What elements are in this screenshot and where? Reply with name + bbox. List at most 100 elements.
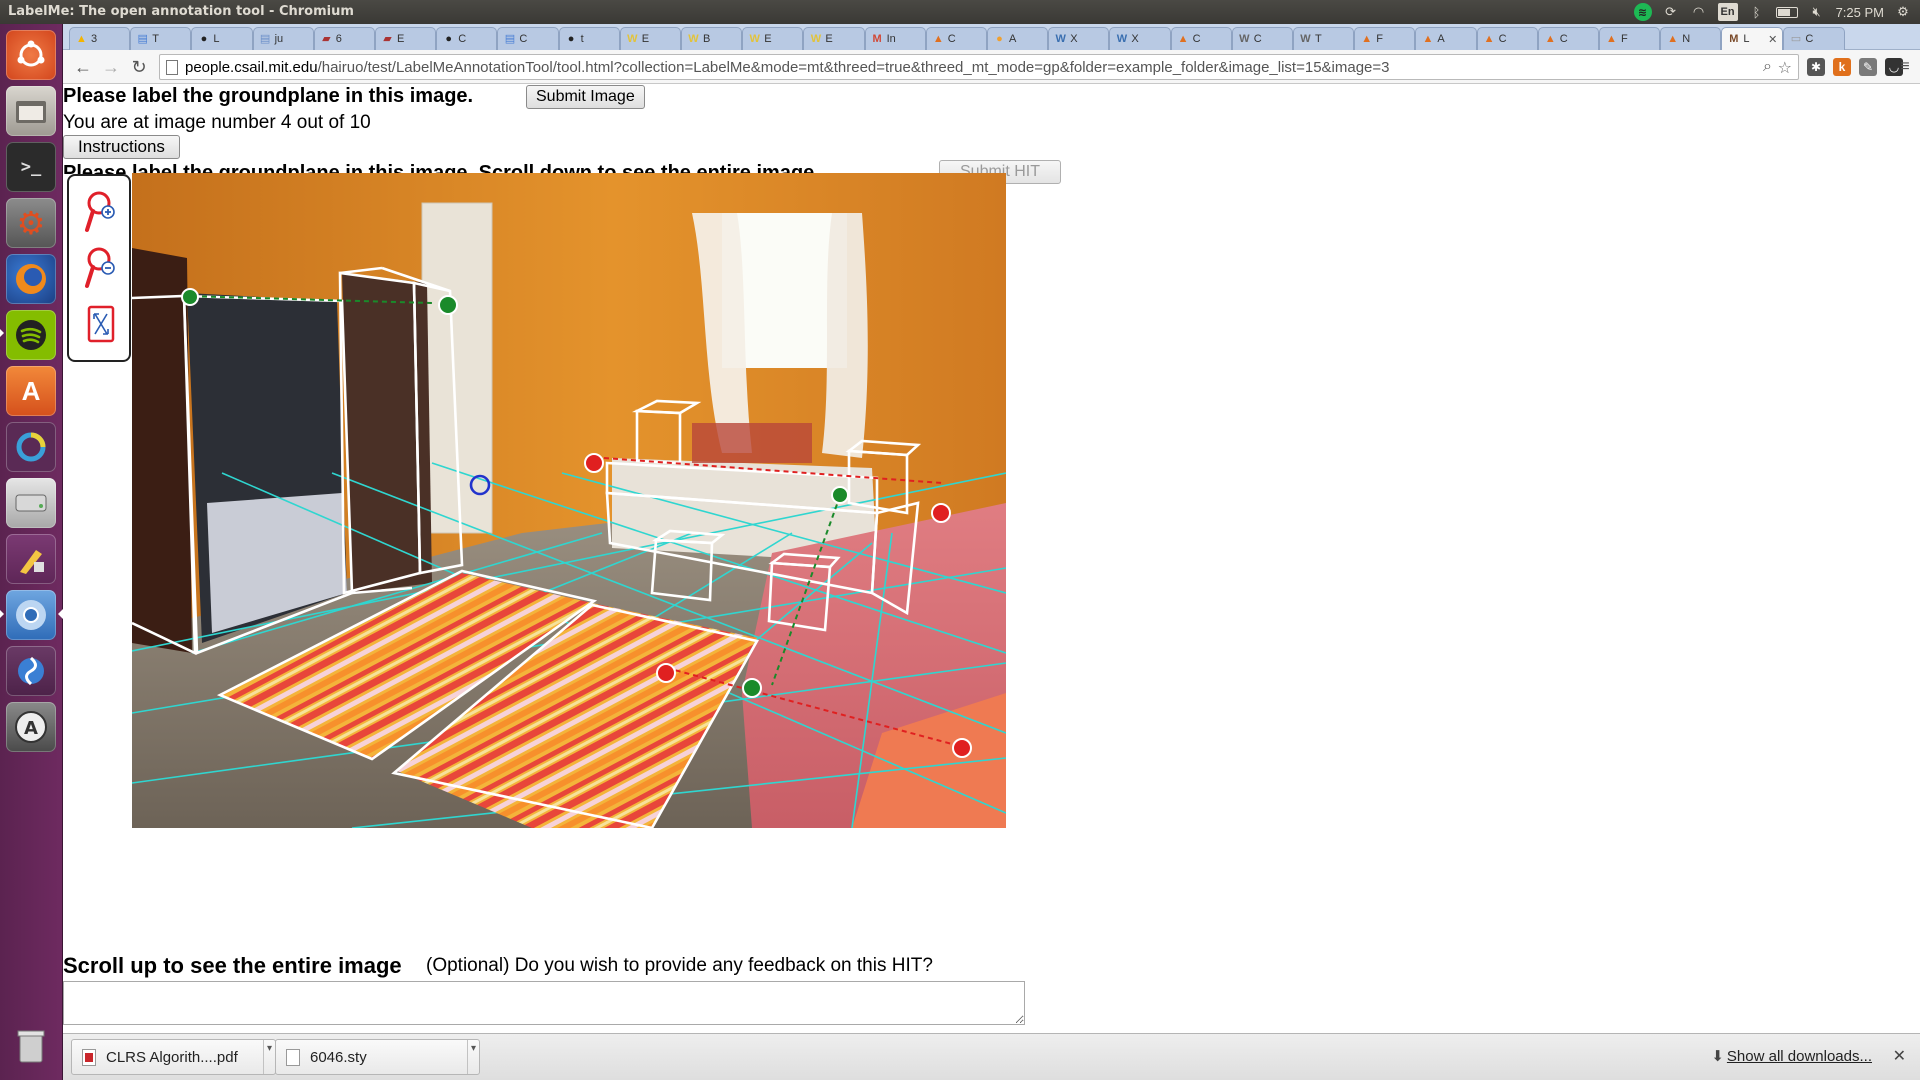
extension-k-icon[interactable]: k xyxy=(1833,58,1851,76)
files-icon[interactable] xyxy=(6,86,56,136)
disks-icon[interactable] xyxy=(6,478,56,528)
drive-icon: ▲ xyxy=(76,32,87,45)
tab[interactable]: ▤ ju xyxy=(252,27,314,50)
feedback-textarea[interactable] xyxy=(63,981,1025,1025)
tab[interactable]: ▲ 3 xyxy=(69,27,131,50)
keyboard-layout-indicator[interactable]: En xyxy=(1717,3,1738,21)
fit-to-screen-icon[interactable] xyxy=(81,300,121,348)
chrome-menu-icon[interactable]: ≡ xyxy=(1893,55,1917,79)
tab[interactable]: ▤ C xyxy=(497,27,559,50)
sync-icon[interactable]: ⟳ xyxy=(1662,3,1680,21)
download-menu-chevron-icon[interactable]: ▾ xyxy=(467,1040,479,1074)
tab[interactable]: WT xyxy=(1293,27,1355,50)
control-point-red[interactable] xyxy=(952,738,972,758)
matlab-icon: ▲ xyxy=(1544,32,1556,45)
tab[interactable]: M L ✕ xyxy=(1721,27,1784,50)
tab[interactable]: WE xyxy=(619,27,681,50)
address-bar[interactable]: people.csail.mit.edu/hairuo/test/LabelMe… xyxy=(159,54,1799,80)
tab[interactable]: ▲ C xyxy=(925,27,987,50)
wifi-icon[interactable]: ◠ xyxy=(1690,3,1708,21)
tab-label: C xyxy=(1192,33,1201,45)
tab[interactable]: WX xyxy=(1048,27,1110,50)
firefox-icon[interactable] xyxy=(6,254,56,304)
terminal-icon[interactable]: >_ xyxy=(6,142,56,192)
tab[interactable]: ▲ C xyxy=(1537,27,1599,50)
instructions-button[interactable]: Instructions xyxy=(63,135,180,159)
control-point-green[interactable] xyxy=(438,295,458,315)
tab[interactable]: ● C xyxy=(436,27,498,50)
image-counter: You are at image number 4 out of 10 xyxy=(63,112,371,133)
volume-mute-icon[interactable]: 🔇︎ xyxy=(1808,3,1826,21)
control-point-green[interactable] xyxy=(742,678,762,698)
close-tab-icon[interactable]: ✕ xyxy=(1768,33,1777,46)
chromium-icon[interactable] xyxy=(6,590,56,640)
tab[interactable]: ▰ E xyxy=(375,27,437,50)
tab[interactable]: ▲ A xyxy=(1415,27,1477,50)
matlab-icon: ▲ xyxy=(932,32,944,45)
session-gear-icon[interactable]: ⚙ xyxy=(1894,3,1912,21)
back-arrow-icon[interactable]: ← xyxy=(71,55,95,79)
tab[interactable]: ● A xyxy=(987,27,1049,50)
forward-arrow-icon[interactable]: → xyxy=(99,55,123,79)
tab[interactable]: ▲ F xyxy=(1599,27,1661,50)
control-point-red[interactable] xyxy=(931,503,951,523)
control-point-red[interactable] xyxy=(656,663,676,683)
control-point-green[interactable] xyxy=(181,288,199,306)
tab[interactable]: ▰ 6 xyxy=(313,27,375,50)
bookmark-icon: ▰ xyxy=(322,32,331,45)
tab[interactable]: WX xyxy=(1109,27,1171,50)
tab[interactable]: WE xyxy=(742,27,804,50)
download-item[interactable]: CLRS Algorith....pdf ▾ xyxy=(71,1039,276,1075)
scene-svg[interactable] xyxy=(132,173,1006,828)
clock[interactable]: 7:25 PM xyxy=(1836,3,1884,21)
software-center-icon[interactable]: A xyxy=(6,366,56,416)
shotwell-icon[interactable] xyxy=(6,646,56,696)
reload-icon[interactable]: ↻ xyxy=(127,55,151,79)
trash-icon[interactable] xyxy=(6,1020,56,1070)
control-point-green[interactable] xyxy=(831,486,849,504)
unity-tweak-icon[interactable] xyxy=(6,422,56,472)
bookmark-star-icon[interactable]: ☆ xyxy=(1778,58,1792,78)
tab[interactable]: ● t xyxy=(558,27,620,50)
libreoffice-draw-icon[interactable] xyxy=(6,534,56,584)
tab[interactable]: WB xyxy=(681,27,743,50)
url-text[interactable]: people.csail.mit.edu/hairuo/test/LabelMe… xyxy=(185,59,1390,76)
bluetooth-icon[interactable]: ᛒ xyxy=(1748,3,1766,21)
system-settings-icon[interactable]: ⚙ xyxy=(6,198,56,248)
circle-icon: ● xyxy=(445,32,453,45)
zoom-out-icon[interactable] xyxy=(81,244,121,292)
download-menu-chevron-icon[interactable]: ▾ xyxy=(263,1040,275,1074)
download-item[interactable]: 6046.sty ▾ xyxy=(275,1039,480,1075)
search-zoom-icon[interactable]: ⌕ xyxy=(1763,58,1772,76)
browser-toolbar: ← → ↻ people.csail.mit.edu/hairuo/test/L… xyxy=(63,50,1920,84)
tab[interactable]: ▲ C xyxy=(1170,27,1232,50)
ubuntu-dash-icon[interactable] xyxy=(6,30,56,80)
tab[interactable]: ▭ C xyxy=(1783,27,1845,50)
battery-icon[interactable] xyxy=(1775,6,1798,18)
feedback-question: (Optional) Do you wish to provide any fe… xyxy=(426,955,933,976)
tab[interactable]: ▲ C xyxy=(1476,27,1538,50)
tab-label: N xyxy=(1682,33,1691,45)
software-updater-icon[interactable]: A xyxy=(6,702,56,752)
submit-image-button[interactable]: Submit Image xyxy=(526,85,645,109)
zoom-in-icon[interactable] xyxy=(81,188,121,236)
tab-label: E xyxy=(397,33,405,45)
tab[interactable]: WC xyxy=(1231,27,1293,50)
tab[interactable]: ▲ N xyxy=(1660,27,1722,50)
spotify-indicator-icon[interactable]: ≋ xyxy=(1633,3,1652,21)
tab[interactable]: ▤ T xyxy=(130,27,192,50)
tab[interactable]: M In xyxy=(864,27,926,50)
extension-puzzle-icon[interactable]: ✱ xyxy=(1807,58,1825,76)
show-all-downloads-link[interactable]: Show all downloads... xyxy=(1727,1048,1872,1065)
control-point-red[interactable] xyxy=(584,453,604,473)
spotify-icon[interactable] xyxy=(6,310,56,360)
tab-label: 6 xyxy=(335,33,342,45)
close-shelf-icon[interactable]: ✕ xyxy=(1893,1046,1906,1066)
annotation-canvas[interactable] xyxy=(132,173,1006,828)
tab[interactable]: ▲ F xyxy=(1354,27,1416,50)
pdf-file-icon xyxy=(82,1048,96,1066)
matlab-icon: ▲ xyxy=(1177,32,1189,45)
tab[interactable]: ● L xyxy=(191,27,253,50)
extension-feather-icon[interactable]: ✎ xyxy=(1859,58,1877,76)
tab[interactable]: WE xyxy=(803,27,865,50)
